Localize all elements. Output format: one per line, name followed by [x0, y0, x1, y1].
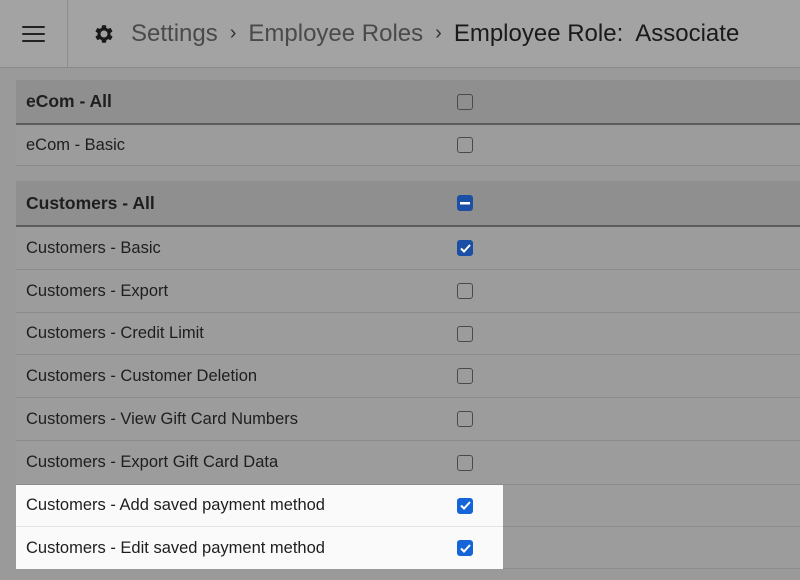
- chevron-right-icon: ›: [435, 21, 442, 44]
- checkbox-unchecked[interactable]: [457, 454, 473, 471]
- item-checkbox[interactable]: [457, 137, 473, 153]
- top-bar: Settings › Employee Roles › Employee Rol…: [0, 0, 800, 68]
- list-item: Customers - Basic: [16, 227, 800, 270]
- checkbox-checked[interactable]: [457, 540, 473, 556]
- breadcrumb-settings[interactable]: Settings: [131, 20, 218, 48]
- group-label: Customers - All: [26, 192, 155, 213]
- checkbox-unchecked[interactable]: [457, 93, 473, 110]
- gear-icon: [92, 22, 116, 46]
- item-checkbox[interactable]: [457, 540, 473, 556]
- list-item: Customers - Edit saved payment method: [16, 527, 503, 569]
- checkbox-unchecked[interactable]: [457, 325, 473, 342]
- item-label: Customers - Basic: [26, 238, 161, 257]
- list-item: Customers - Export Gift Card Data: [16, 441, 800, 485]
- breadcrumb: Settings › Employee Roles › Employee Rol…: [92, 0, 739, 68]
- list-item: eCom - Basic: [16, 125, 800, 166]
- item-checkbox[interactable]: [457, 497, 473, 514]
- checkbox-checked[interactable]: [457, 497, 473, 514]
- group-checkbox[interactable]: [457, 195, 473, 211]
- item-label: Customers - Credit Limit: [26, 324, 204, 342]
- item-checkbox[interactable]: [457, 411, 473, 427]
- item-label: Customers - Export: [26, 281, 169, 300]
- group-label: eCom - All: [26, 91, 112, 111]
- item-label: Customers - Export Gift Card Data: [26, 453, 279, 471]
- item-label: Customers - Add saved payment method: [26, 496, 325, 514]
- item-checkbox[interactable]: [457, 240, 473, 256]
- item-label: Customers - Customer Deletion: [26, 366, 258, 385]
- item-checkbox[interactable]: [457, 283, 473, 299]
- group-header-customers: Customers - All: [16, 181, 800, 227]
- list-item: Customers - View Gift Card Numbers: [16, 398, 800, 441]
- item-label: eCom - Basic: [26, 135, 126, 154]
- item-checkbox[interactable]: [457, 454, 473, 471]
- group-header-ecom: eCom - All: [16, 80, 800, 125]
- item-checkbox[interactable]: [457, 325, 473, 342]
- chevron-right-icon: ›: [229, 21, 237, 44]
- item-label: Customers - Edit saved payment method: [26, 538, 325, 557]
- list-item: Customers - Export: [16, 270, 800, 313]
- item-label: Customers - View Gift Card Numbers: [26, 409, 299, 428]
- checkbox-unchecked[interactable]: [457, 137, 473, 153]
- item-checkbox[interactable]: [457, 368, 473, 384]
- checkbox-checked[interactable]: [457, 240, 473, 256]
- checkbox-unchecked[interactable]: [457, 283, 473, 299]
- permissions-list: eCom - All eCom - Basic Customers - All …: [16, 68, 800, 580]
- hamburger-icon: [22, 25, 45, 43]
- group-checkbox[interactable]: [457, 93, 473, 110]
- checkbox-unchecked[interactable]: [457, 411, 473, 427]
- list-item: Customers - Customer Deletion: [16, 355, 800, 398]
- breadcrumb-employee-roles[interactable]: Employee Roles: [248, 20, 423, 48]
- menu-button[interactable]: [0, 0, 68, 68]
- list-item-extension: [503, 485, 800, 527]
- breadcrumb-current: Employee Role: Associate: [453, 20, 740, 47]
- list-item: Customers - Credit Limit: [16, 313, 800, 355]
- checkbox-unchecked[interactable]: [457, 368, 473, 384]
- list-item-extension: [503, 527, 800, 569]
- list-item: Customers - Add saved payment method: [16, 485, 503, 527]
- checkbox-partial[interactable]: [457, 195, 473, 211]
